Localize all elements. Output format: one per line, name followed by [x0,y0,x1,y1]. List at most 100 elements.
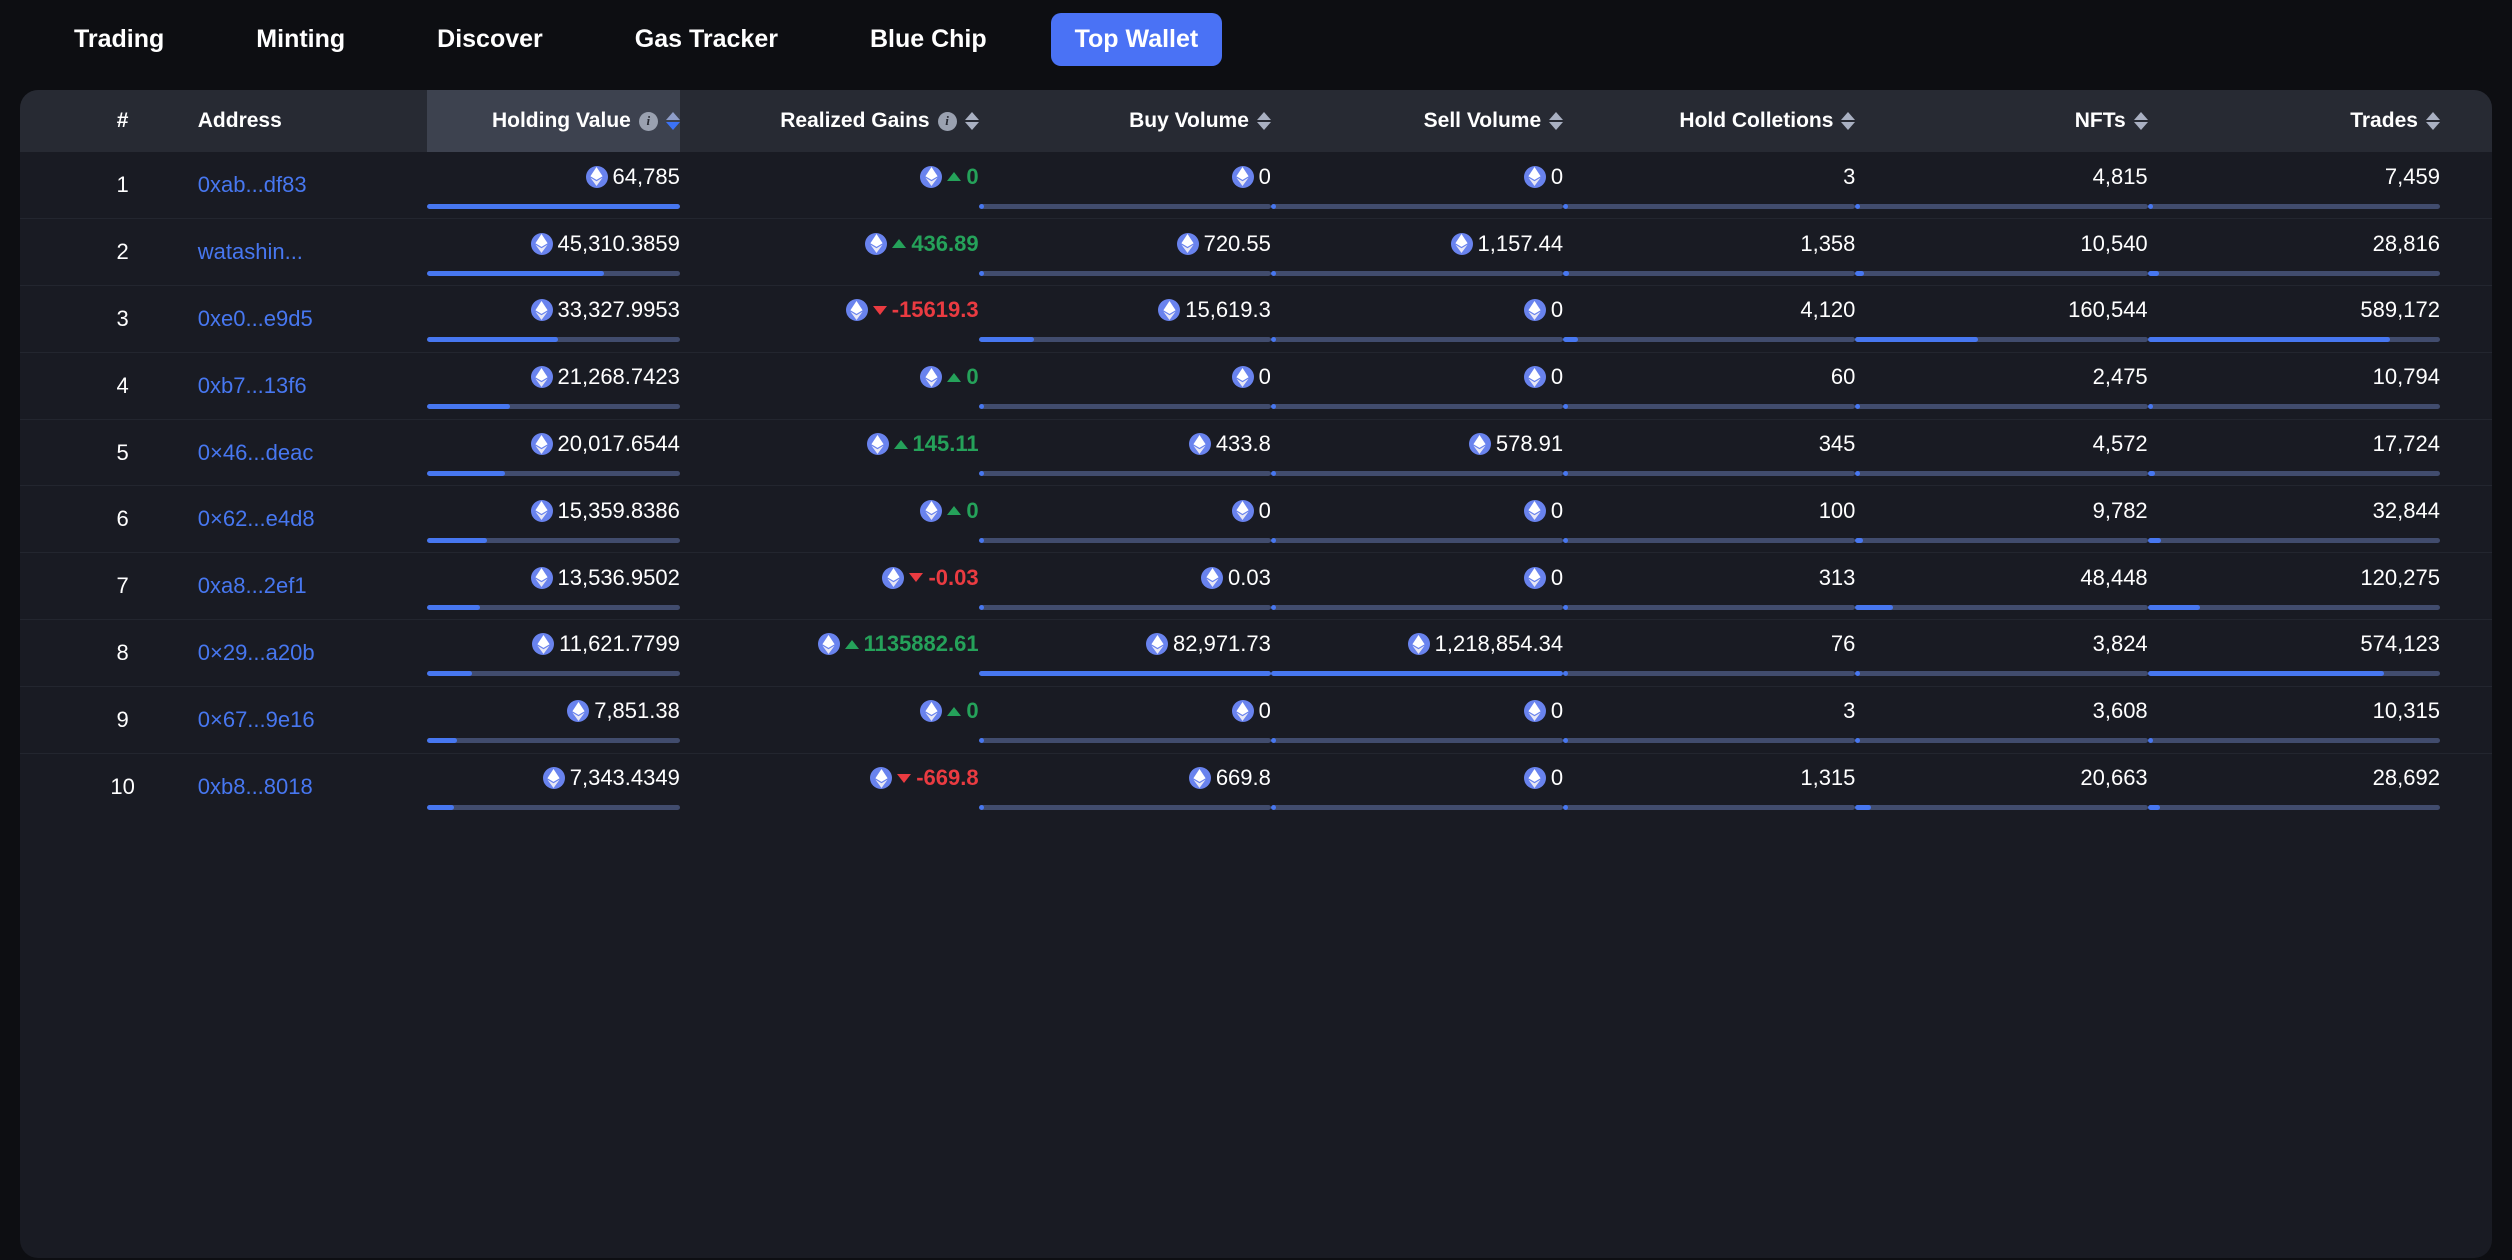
row-rank: 1 [65,152,180,220]
row-sell-cell: 1,218,854.34 [1270,619,1564,687]
sort-arrows-icon[interactable] [2133,112,2148,130]
row-sell-progress-bar [1270,604,1564,610]
column-header-nfts[interactable]: NFTs [1855,90,2148,152]
row-trades-progress-bar [2147,471,2440,477]
row-buy-progress-bar [978,604,1271,610]
row-nfts-progress-bar [1855,404,2148,410]
row-coll-progress-bar [1563,671,1856,677]
table-row[interactable]: 9 0×67...9e16 7,851.38 0 0 0 3 3,608 10,315 [20,686,2492,754]
row-gains-value: 0 [966,497,979,523]
nav-item-blue-chip[interactable]: Blue Chip [824,26,1033,52]
row-holding-value-wrap: 13,536.9502 [427,563,680,593]
row-gains-value: 0 [966,698,979,724]
row-rank: 6 [65,485,180,554]
table-row[interactable]: 8 0×29...a20b 11,621.7799 1135882.61 82,971.… [20,619,2492,687]
row-pad-left [20,686,66,754]
row-address-link[interactable]: 0xab...df83 [179,152,427,220]
sort-arrows-icon[interactable] [665,112,680,130]
table-row[interactable]: 5 0×46...deac 20,017.6544 145.11 433.8 578.91… [20,419,2492,487]
row-coll-cell: 3 [1563,686,1856,754]
row-sell-value: 0 [1550,497,1564,523]
info-icon[interactable]: i [937,111,957,131]
nav-item-discover[interactable]: Discover [391,26,589,52]
row-buy-cell: 0.03 [978,552,1271,621]
ethereum-token-icon [817,633,840,656]
nav-item-minting[interactable]: Minting [210,26,391,52]
table-row[interactable]: 4 0xb7...13f6 21,268.7423 0 0 0 60 2,475 10,794 [20,352,2492,420]
row-address-link[interactable]: 0×29...a20b [179,619,427,687]
row-nfts-cell: 48,448 [1855,552,2148,621]
sort-arrows-icon[interactable] [1256,112,1271,130]
row-address-link[interactable]: 0xb7...13f6 [179,352,427,420]
row-address-link[interactable]: 0xb8...8018 [180,753,427,820]
ethereum-token-icon [1523,299,1546,322]
row-nfts-cell: 9,782 [1855,485,2148,554]
row-holding-cell: 45,310.3859 [426,218,680,287]
table-row[interactable]: 2 watashin... 45,310.3859 436.89 720.55 1,157… [20,218,2492,287]
nav-item-top-wallet[interactable]: Top Wallet [1050,12,1223,66]
row-holding-value-wrap: 7,343.4349 [427,763,680,793]
column-header-gains[interactable]: Realized Gains i [679,90,979,152]
info-icon[interactable]: i [638,111,658,131]
column-header-holding[interactable]: Holding Value i [426,90,680,152]
column-header-sell[interactable]: Sell Volume [1270,90,1564,152]
row-address-link[interactable]: watashin... [179,218,427,287]
row-buy-value-wrap: 0 [979,162,1271,192]
row-address-link[interactable]: 0×62...e4d8 [179,485,427,554]
row-sell-cell: 0 [1270,753,1564,820]
header-pad-left [20,90,66,152]
row-nfts-cell: 160,544 [1855,285,2148,353]
top-navigation: Trading Minting Discover Gas Tracker Blue Ch… [0,0,2512,78]
row-coll-value-wrap: 3 [1563,162,1855,192]
row-nfts-cell: 10,540 [1855,218,2148,287]
row-nfts-value-wrap: 4,815 [1855,162,2148,192]
row-holding-value-wrap: 45,310.3859 [427,229,680,259]
table-row[interactable]: 10 0xb8...8018 7,343.4349 -669.8 669.8 0 1,315… [20,753,2492,820]
ethereum-token-icon [542,767,565,790]
row-trades-value-wrap: 10,315 [2148,696,2440,726]
table-row[interactable]: 3 0xe0...e9d5 33,327.9953 -15619.3 15,619.3 0… [20,285,2492,353]
row-trades-value-wrap: 574,123 [2148,629,2440,659]
row-pad-right [2439,352,2492,420]
row-sell-progress-bar [1270,337,1564,343]
nav-item-gas-tracker[interactable]: Gas Tracker [589,26,824,52]
column-header-coll[interactable]: Hold Colletions [1563,90,1856,152]
sort-arrows-icon[interactable] [2425,112,2440,130]
row-coll-cell: 4,120 [1563,285,1856,353]
table-row[interactable]: 7 0xa8...2ef1 13,536.9502 -0.03 0.03 0 313 48,4… [20,552,2492,621]
row-sell-cell: 0 [1270,352,1564,420]
top-wallet-table-card: # Address Holding Value i Realized Gains i Buy… [20,90,2492,1258]
row-trades-value-wrap: 10,794 [2148,362,2440,392]
row-buy-value: 82,971.73 [1173,631,1271,657]
row-buy-value-wrap: 0 [979,496,1271,526]
row-sell-value: 578.91 [1495,431,1564,457]
row-sell-value: 0 [1550,698,1564,724]
row-coll-progress-bar [1563,270,1856,276]
ethereum-token-icon [1231,366,1254,389]
row-buy-value-wrap: 82,971.73 [979,629,1271,659]
nav-item-trading[interactable]: Trading [28,26,210,52]
row-trades-cell: 10,794 [2147,352,2440,420]
sort-arrows-icon[interactable] [1841,112,1856,130]
column-header-trades[interactable]: Trades [2147,90,2440,152]
row-address-link[interactable]: 0×46...deac [179,419,427,487]
ethereum-token-icon [530,566,553,589]
row-holding-progress-bar [426,805,680,811]
row-address-link[interactable]: 0xa8...2ef1 [179,552,427,621]
row-trades-cell: 120,275 [2147,552,2440,621]
ethereum-token-icon [1176,232,1199,255]
row-buy-cell: 0 [978,485,1271,554]
table-row[interactable]: 6 0×62...e4d8 15,359.8386 0 0 0 100 9,782 32,844 [20,485,2492,554]
sort-arrows-icon[interactable] [964,112,979,130]
table-row[interactable]: 1 0xab...df83 64,785 0 0 0 3 4,815 7,459 [20,152,2492,220]
row-nfts-value-wrap: 48,448 [1855,563,2147,593]
row-gains-value-wrap: 0 [680,162,979,192]
column-header-buy[interactable]: Buy Volume [978,90,1271,152]
row-address-link[interactable]: 0×67...9e16 [179,686,427,754]
row-coll-cell: 1,358 [1563,218,1856,287]
row-nfts-cell: 4,572 [1855,419,2148,487]
sort-arrows-icon[interactable] [1549,112,1564,130]
row-rank: 9 [65,686,180,754]
row-sell-cell: 0 [1270,552,1564,621]
row-address-link[interactable]: 0xe0...e9d5 [179,285,427,353]
